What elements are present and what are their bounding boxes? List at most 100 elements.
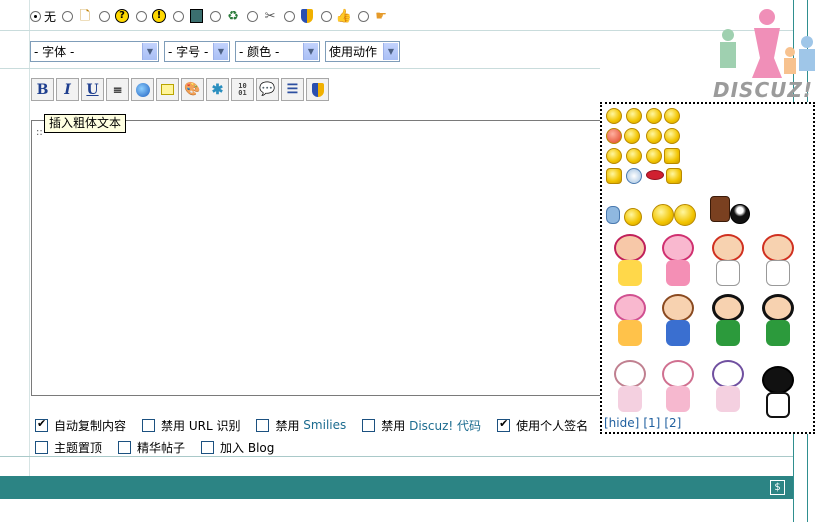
smiley-icon[interactable]: [664, 148, 680, 164]
smilies-page-1-link[interactable]: [1]: [643, 416, 660, 430]
bear-pink-sticker[interactable]: [656, 360, 700, 414]
kiss-smiley-icon[interactable]: [652, 204, 674, 226]
divider-1: [0, 30, 793, 31]
discuz-code-link[interactable]: Discuz! 代码: [409, 417, 481, 434]
girl-bath-sticker[interactable]: [608, 234, 652, 288]
victory-hand-icon[interactable]: [606, 168, 622, 184]
speech-bubble-icon: 💬: [259, 82, 276, 97]
radio-refresh[interactable]: [210, 10, 222, 22]
guitar-icon[interactable]: [710, 196, 730, 222]
clock-icon[interactable]: [626, 168, 642, 184]
digest-checkbox[interactable]: [118, 440, 132, 454]
radio-doc[interactable]: [62, 10, 74, 22]
quote-button[interactable]: 💬: [256, 78, 279, 101]
font-select[interactable]: - 字体 - ▼: [30, 41, 159, 62]
bold-button[interactable]: B: [31, 78, 54, 101]
editor-caret-text: ::: [36, 127, 43, 138]
disable-code-checkbox[interactable]: [362, 418, 376, 432]
smiley-icon[interactable]: [664, 108, 680, 124]
option-disable-discuz-code[interactable]: 禁用 Discuz! 代码: [362, 417, 481, 434]
radio-picture[interactable]: [173, 10, 185, 22]
globe-link-icon: [135, 82, 150, 97]
boy-sticker[interactable]: [656, 294, 700, 348]
girl-crying-sticker[interactable]: [656, 234, 700, 288]
action-select[interactable]: 使用动作 ▼: [325, 41, 400, 62]
flash-button[interactable]: ✱: [206, 78, 229, 101]
sticky-checkbox[interactable]: [35, 440, 48, 454]
list-button[interactable]: ☰: [281, 78, 304, 101]
radio-shield[interactable]: [284, 10, 296, 22]
hide-smilies-link[interactable]: [hide]: [604, 416, 639, 430]
smiley-icon[interactable]: [624, 208, 642, 226]
option-use-signature[interactable]: 使用个人签名: [497, 417, 588, 434]
girl-chicken-hat-sticker[interactable]: [756, 234, 800, 288]
option-sticky[interactable]: 主题置顶: [35, 439, 102, 456]
smiley-icon[interactable]: [624, 128, 640, 144]
align-button[interactable]: ≡: [106, 78, 129, 101]
underline-button[interactable]: U: [81, 78, 104, 101]
message-textarea[interactable]: ::: [31, 120, 606, 396]
radio-thumb[interactable]: [321, 10, 333, 22]
link-button[interactable]: [131, 78, 154, 101]
radio-question[interactable]: [99, 10, 111, 22]
post-editor-page: 无 🗋 ? ! ♻ ✂ 👍 ☛ - 字体 - ▼ - 字号 - ▼ - 颜色 -…: [0, 0, 833, 522]
auto-copy-label: 自动复制内容: [54, 418, 127, 433]
disable-smilies-link[interactable]: Smilies: [303, 418, 346, 432]
disable-url-checkbox[interactable]: [142, 418, 156, 432]
girl-shouting-sticker[interactable]: [706, 294, 750, 348]
option-disable-url[interactable]: 禁用 URL 识别: [142, 417, 240, 434]
bear-crying-sticker[interactable]: [608, 360, 652, 414]
smiley-icon[interactable]: [646, 128, 662, 144]
hide-content-button[interactable]: [306, 78, 329, 101]
option-disable-smilies[interactable]: 禁用 Smilies: [256, 417, 346, 434]
dollar-icon[interactable]: $: [770, 480, 785, 495]
smiley-icon[interactable]: [626, 108, 642, 124]
penguin-icon[interactable]: [730, 204, 750, 224]
handshake-icon[interactable]: [666, 168, 682, 184]
girl-laughing-sticker[interactable]: [756, 294, 800, 348]
question-icon: ?: [113, 7, 131, 25]
color-select-value: - 颜色 -: [239, 45, 280, 59]
smiley-icon[interactable]: [664, 128, 680, 144]
auto-copy-checkbox[interactable]: [35, 417, 48, 432]
left-frame-line: [29, 0, 30, 476]
qq-penguin-sticker[interactable]: [756, 366, 800, 420]
radio-exclamation[interactable]: [136, 10, 148, 22]
add-blog-label: 加入 Blog: [220, 440, 275, 455]
kiss-smiley-icon[interactable]: [674, 204, 696, 226]
color-select[interactable]: - 颜色 - ▼: [235, 41, 320, 62]
italic-button[interactable]: I: [56, 78, 79, 101]
option-digest[interactable]: 精华帖子: [118, 439, 185, 456]
smilies-page-2-link[interactable]: [2]: [664, 416, 681, 430]
code-button[interactable]: 10 01: [231, 78, 254, 101]
disable-code-prefix: 禁用: [381, 418, 406, 433]
girl-chicken-hat-sticker[interactable]: [706, 234, 750, 288]
angry-smiley-icon[interactable]: [606, 128, 622, 144]
radio-pointing[interactable]: [358, 10, 370, 22]
discuz-logo: DISCUZ!: [712, 8, 822, 103]
lips-icon[interactable]: [646, 170, 664, 180]
smiley-icon[interactable]: [646, 148, 662, 164]
email-button[interactable]: [156, 78, 179, 101]
bear-purple-sticker[interactable]: [706, 360, 750, 414]
option-auto-copy[interactable]: 自动复制内容: [35, 417, 126, 434]
pointing-hand-icon: ☛: [375, 8, 387, 24]
smiley-icon[interactable]: [646, 108, 662, 124]
editor-toolbar: B I U ≡ 🎨 ✱ 10 01 💬 ☰: [31, 78, 329, 101]
smiley-icon[interactable]: [626, 148, 642, 164]
add-blog-checkbox[interactable]: [201, 440, 215, 454]
sparkle-icon: ✱: [211, 81, 224, 98]
size-select[interactable]: - 字号 - ▼: [164, 41, 230, 62]
use-signature-checkbox[interactable]: [497, 417, 511, 432]
disable-smilies-checkbox[interactable]: [256, 418, 270, 432]
radio-tools[interactable]: [247, 10, 259, 22]
smiley-icon[interactable]: [606, 148, 622, 164]
smiley-icon[interactable]: [606, 108, 622, 124]
music-note-icon[interactable]: [606, 206, 620, 224]
option-add-blog[interactable]: 加入 Blog: [201, 439, 274, 456]
bold-label: B: [36, 81, 49, 98]
refresh-icon: ♻: [227, 8, 239, 24]
radio-none[interactable]: [30, 10, 41, 22]
color-palette-button[interactable]: 🎨: [181, 78, 204, 101]
girl-fan-sticker[interactable]: [608, 294, 652, 348]
